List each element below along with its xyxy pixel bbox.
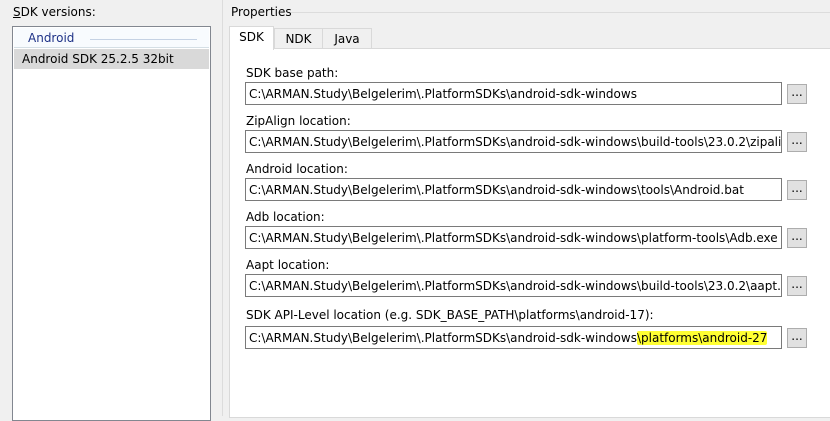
android-location-browse-button[interactable]: ...: [787, 180, 807, 200]
properties-title-line: [291, 12, 830, 13]
sdk-list-item[interactable]: Android SDK 25.2.5 32bit: [14, 49, 209, 69]
properties-title: Properties: [231, 5, 292, 19]
tab-java[interactable]: Java: [322, 28, 372, 49]
zipalign-location-label: ZipAlign location:: [246, 114, 351, 128]
android-location-label: Android location:: [246, 162, 348, 176]
sdk-api-level-location-browse-button[interactable]: ...: [787, 328, 807, 348]
sdk-versions-title: SDK versions:: [13, 5, 96, 19]
zipalign-location-input[interactable]: C:\ARMAN.Study\Belgelerim\.PlatformSDKs\…: [245, 130, 782, 153]
group-header-android: Android: [14, 28, 209, 48]
group-header-label: Android: [28, 31, 75, 45]
sdk-versions-list[interactable]: Android Android SDK 25.2.5 32bit: [12, 26, 211, 421]
tab-ndk[interactable]: NDK: [274, 28, 323, 49]
sdk-api-level-location-input[interactable]: C:\ARMAN.Study\Belgelerim\.PlatformSDKs\…: [245, 326, 782, 349]
tab-sdk[interactable]: SDK: [229, 26, 274, 50]
group-header-line: [90, 39, 197, 40]
adb-location-label: Adb location:: [246, 210, 325, 224]
sdk-versions-title-mnemonic: S: [13, 5, 21, 19]
sdk-base-path-input[interactable]: C:\ARMAN.Study\Belgelerim\.PlatformSDKs\…: [245, 82, 782, 105]
sdk-api-level-path-highlight: \platforms\android-27: [636, 331, 768, 345]
zipalign-location-browse-button[interactable]: ...: [787, 132, 807, 152]
adb-location-input[interactable]: C:\ARMAN.Study\Belgelerim\.PlatformSDKs\…: [245, 226, 782, 249]
aapt-location-label: Aapt location:: [246, 258, 330, 272]
adb-location-browse-button[interactable]: ...: [787, 228, 807, 248]
aapt-location-browse-button[interactable]: ...: [787, 276, 807, 296]
sdk-versions-title-text: DK versions:: [20, 5, 96, 19]
sdk-base-path-browse-button[interactable]: ...: [787, 84, 807, 104]
sdk-tab-panel: SDK base path: C:\ARMAN.Study\Belgelerim…: [229, 48, 830, 418]
sdk-base-path-label: SDK base path:: [246, 66, 339, 80]
sdk-api-level-location-label: SDK API-Level location (e.g. SDK_BASE_PA…: [246, 308, 654, 322]
android-location-input[interactable]: C:\ARMAN.Study\Belgelerim\.PlatformSDKs\…: [245, 178, 782, 201]
panel-splitter[interactable]: [222, 0, 223, 416]
aapt-location-input[interactable]: C:\ARMAN.Study\Belgelerim\.PlatformSDKs\…: [245, 274, 782, 297]
sdk-api-level-path-prefix: C:\ARMAN.Study\Belgelerim\.PlatformSDKs\…: [249, 331, 637, 345]
